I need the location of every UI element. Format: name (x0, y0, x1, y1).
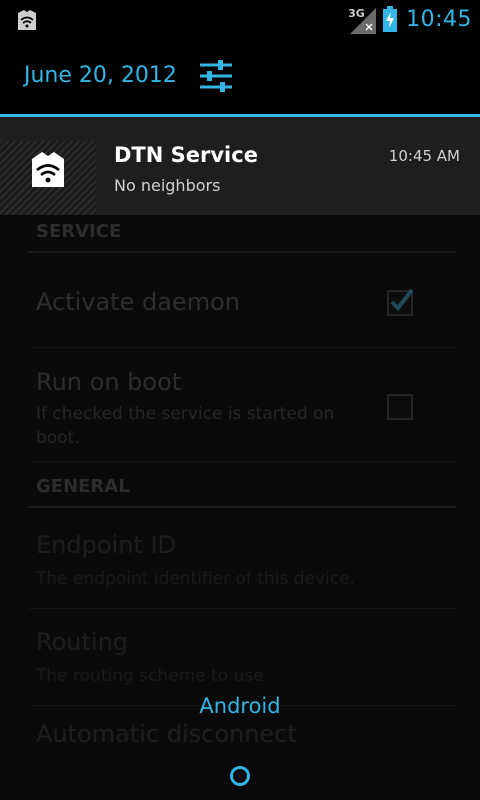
pref-title: Run on boot (36, 368, 182, 396)
sliders-icon (200, 60, 232, 92)
pref-divider (28, 461, 456, 462)
pref-summary: The endpoint identifier of this device. (36, 569, 355, 589)
pref-divider (28, 347, 456, 348)
notification-shade-header: June 20, 2012 (0, 38, 480, 116)
carrier-label: Android (199, 694, 281, 718)
category-general: GENERAL (36, 476, 130, 497)
battery-charging-icon (383, 6, 398, 32)
checkmark-icon (390, 288, 413, 312)
network-indicator: 3G (348, 4, 377, 34)
shade-date: June 20, 2012 (24, 63, 177, 88)
dtn-app-icon (32, 152, 64, 187)
run-on-boot-checkbox[interactable] (387, 394, 413, 420)
quick-settings-button[interactable] (196, 56, 236, 96)
category-divider (28, 251, 456, 253)
pref-summary: The routing scheme to use. (36, 666, 269, 686)
signal-no-data-icon (350, 8, 377, 34)
pref-title: Endpoint ID (36, 531, 177, 559)
status-bar: 3G 10:45 (0, 0, 480, 38)
notification-icon-tile (0, 141, 96, 215)
notification-time: 10:45 AM (388, 147, 460, 165)
pref-title: Activate daemon (36, 288, 240, 316)
category-divider (28, 506, 456, 508)
notification-dtn-service[interactable]: DTN Service No neighbors 10:45 AM (0, 117, 480, 215)
pref-title: Automatic disconnect (36, 720, 297, 748)
pref-divider (28, 608, 456, 609)
notification-title: DTN Service (114, 143, 258, 167)
dtn-app-icon (18, 10, 36, 30)
category-service: SERVICE (36, 221, 122, 242)
activate-daemon-checkbox[interactable] (387, 288, 413, 316)
notification-text: No neighbors (114, 176, 221, 195)
shade-close-handle[interactable] (230, 766, 250, 786)
status-clock: 10:45 (406, 6, 472, 32)
pref-title: Routing (36, 628, 129, 656)
pref-summary: If checked the service is started on boo… (36, 404, 335, 448)
